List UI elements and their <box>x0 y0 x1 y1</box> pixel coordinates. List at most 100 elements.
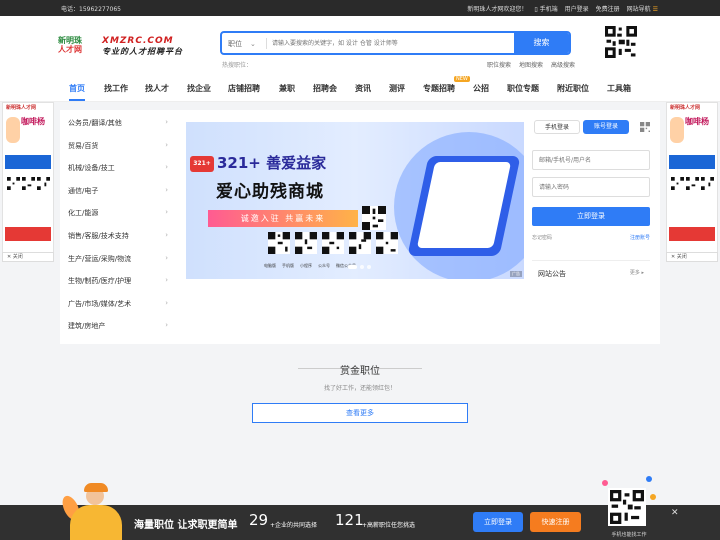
category-item[interactable]: 机械/设备/技工 › <box>68 163 168 186</box>
side-ad-title: 新明珠人才网 <box>670 105 701 111</box>
account-input[interactable] <box>532 150 650 170</box>
promo-banner[interactable]: 321+ 321+ 善爱益家 爱心助残商城 诚邀入驻 共赢未来 电脑版 手机版 小… <box>186 122 524 279</box>
nav-public-recruit[interactable]: 公招 <box>473 83 489 94</box>
category-item[interactable]: 化工/能源 › <box>68 208 168 231</box>
main-panel: 公务员/翻译/其他 › 贸易/百货 › 机械/设备/技工 › 通信/电子 › 化工/能源… <box>60 110 660 344</box>
category-item[interactable]: 通信/电子 › <box>68 186 168 209</box>
register-account-link[interactable]: 注册账号 <box>630 234 650 241</box>
qr-code <box>7 177 20 190</box>
nav-store-recruit[interactable]: 店铺招聘 <box>228 83 260 94</box>
qr-code <box>295 232 317 254</box>
login-panel: 手机登录 账号登录 立即登录 忘记密码 注册账号 <box>532 118 652 241</box>
search-sublinks: 职位搜索 地图搜索 高级搜索 <box>487 60 575 69</box>
chevron-right-icon: ▸ <box>641 270 644 276</box>
map-search-link[interactable]: 地图搜索 <box>519 60 543 69</box>
chevron-right-icon: › <box>165 276 168 285</box>
banner-slogan: 诚邀入驻 共赢未来 <box>208 210 358 227</box>
carousel-dot[interactable] <box>348 265 357 269</box>
banner-qr-code <box>362 206 386 230</box>
category-item[interactable]: 广告/市场/媒体/艺术 › <box>68 299 168 322</box>
job-search-link[interactable]: 职位搜索 <box>487 60 511 69</box>
chevron-right-icon: › <box>165 230 168 239</box>
top-bar: 电话：15962277065 新明珠人才网欢迎您！ ▯ 手机端 用户登录 免费注… <box>0 0 720 16</box>
qr-code <box>686 177 699 190</box>
user-login-link[interactable]: 用户登录 <box>565 4 589 13</box>
nav-news[interactable]: 资讯 <box>355 83 371 94</box>
nav-find-talent[interactable]: 找人才 <box>145 83 169 94</box>
site-nav-link[interactable]: 网站导航 ☰ <box>627 4 658 13</box>
nav-toolbox[interactable]: 工具箱 <box>607 83 631 94</box>
tab-mobile-login[interactable]: 手机登录 <box>534 120 580 134</box>
left-side-ad[interactable]: 新明珠人才网 咖啡杨 <box>2 102 54 254</box>
category-list: 公务员/翻译/其他 › 贸易/百货 › 机械/设备/技工 › 通信/电子 › 化工/能源… <box>68 118 168 344</box>
qr-code <box>349 232 371 254</box>
chevron-right-icon: › <box>165 185 168 194</box>
confetti-decoration <box>650 494 656 500</box>
banner-brand: 321+ 321+ 善爱益家 <box>190 152 326 173</box>
search-input[interactable] <box>272 36 512 51</box>
tab-account-login[interactable]: 账号登录 <box>583 120 629 134</box>
login-links: 忘记密码 注册账号 <box>532 234 650 241</box>
notice-more-link[interactable]: 更多 ▸ <box>630 269 644 276</box>
nav-assessment[interactable]: 测评 <box>389 83 405 94</box>
confetti-decoration <box>646 476 652 482</box>
person-cap <box>84 483 108 492</box>
close-icon: ✕ <box>7 254 12 260</box>
nav-find-job[interactable]: 找工作 <box>104 83 128 94</box>
nav-part-time[interactable]: 兼职 <box>279 83 295 94</box>
forgot-password-link[interactable]: 忘记密码 <box>532 235 552 241</box>
free-register-link[interactable]: 免费注册 <box>596 4 620 13</box>
nav-job-topics[interactable]: 职位专题 <box>507 83 539 94</box>
category-item[interactable]: 销售/客服/技术支持 › <box>68 231 168 254</box>
qr-login-icon[interactable] <box>640 122 650 132</box>
search-type-select[interactable]: 职位 ⌄ <box>228 39 256 49</box>
view-more-button[interactable]: 查看更多 <box>252 403 468 423</box>
login-submit-button[interactable]: 立即登录 <box>532 207 650 226</box>
nav-special-recruit[interactable]: 专题招聘 <box>423 83 455 94</box>
qr-code <box>322 232 344 254</box>
person-body <box>70 505 122 540</box>
category-item[interactable]: 生产/营运/采购/物流 › <box>68 254 168 277</box>
bottom-login-button[interactable]: 立即登录 <box>473 512 523 532</box>
figure-illustration <box>670 117 684 143</box>
qr-icon <box>605 26 637 58</box>
main-nav: 首页 找工作 找人才 找企业 店铺招聘 兼职 招聘会 资讯 测评 专题招聘 NE… <box>0 72 720 102</box>
nav-nearby-jobs[interactable]: 附近职位 <box>557 83 589 94</box>
nav-find-company[interactable]: 找企业 <box>187 83 211 94</box>
nav-job-fair[interactable]: 招聘会 <box>313 83 337 94</box>
bottom-register-button[interactable]: 快速注册 <box>530 512 581 532</box>
carousel-dot[interactable] <box>360 265 364 269</box>
job-count-label: +高薪职位任您挑选 <box>362 522 416 529</box>
side-ad-headline: 咖啡杨 <box>21 117 45 126</box>
search-button[interactable]: 搜索 <box>514 33 569 53</box>
logo-domain: XMZRC.COM <box>102 36 174 46</box>
chevron-right-icon: › <box>165 208 168 217</box>
header-qr-code <box>605 26 637 58</box>
close-icon[interactable]: ✕ <box>671 508 679 518</box>
top-bar-links: 新明珠人才网欢迎您！ ▯ 手机端 用户登录 免费注册 网站导航 ☰ <box>467 4 658 13</box>
carousel-dot[interactable] <box>367 265 371 269</box>
contact-phone: 电话：15962277065 <box>61 6 121 13</box>
category-item[interactable]: 生物/制药/医疗/护理 › <box>68 276 168 299</box>
qr-code <box>701 177 714 190</box>
close-left-ad-button[interactable]: ✕ 关闭 <box>2 252 54 262</box>
category-item[interactable]: 建筑/房地产 › <box>68 321 168 344</box>
password-input[interactable] <box>532 177 650 197</box>
side-ad-headline: 咖啡杨 <box>685 117 709 126</box>
notice-title: 网站公告 <box>538 270 566 278</box>
site-notice: 网站公告 更多 ▸ <box>532 260 650 337</box>
nav-home[interactable]: 首页 <box>69 83 85 94</box>
mobile-link[interactable]: ▯ 手机端 <box>534 4 557 13</box>
new-badge: NEW <box>454 76 470 82</box>
bottom-promo-bar: 海量职位 让求职更简单 29 +企业的共同选择 121 +高薪职位任您挑选 立即… <box>0 476 720 540</box>
hot-jobs-label: 热搜职位： <box>222 62 253 69</box>
category-item[interactable]: 公务员/翻译/其他 › <box>68 118 168 141</box>
bounty-title: 赏金职位 <box>340 366 380 377</box>
qr-code <box>22 177 35 190</box>
category-item[interactable]: 贸易/百货 › <box>68 141 168 164</box>
advanced-search-link[interactable]: 高级搜索 <box>551 60 575 69</box>
right-side-ad[interactable]: 新明珠人才网 咖啡杨 <box>666 102 718 254</box>
close-right-ad-button[interactable]: ✕ 关闭 <box>666 252 718 262</box>
site-logo[interactable]: 新明珠 人才网 XMZRC.COM 专业的人才招聘平台 <box>58 36 212 58</box>
qr-code <box>37 177 50 190</box>
